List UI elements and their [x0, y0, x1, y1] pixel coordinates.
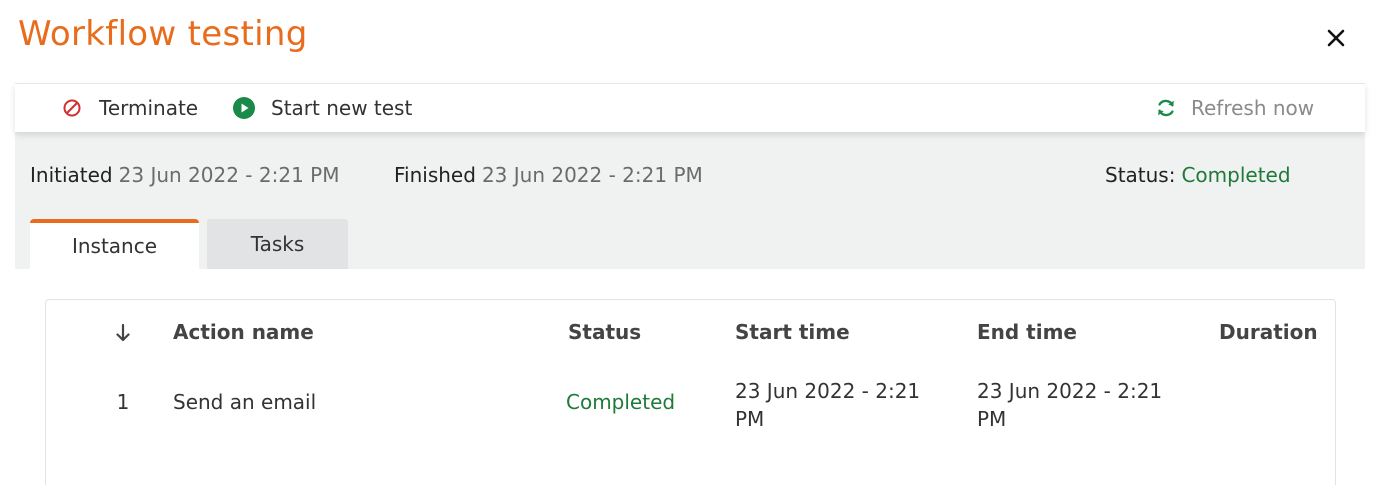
sort-button[interactable] [112, 322, 134, 344]
tab-tasks[interactable]: Tasks [207, 219, 348, 269]
column-header-end-time[interactable]: End time [977, 320, 1077, 344]
workflow-testing-dialog: Workflow testing Terminate Start new tes… [0, 0, 1379, 485]
status-cell: Completed [566, 390, 676, 414]
column-header-duration[interactable]: Duration [1219, 320, 1318, 344]
play-icon [233, 97, 255, 119]
action-name-cell: Send an email [173, 390, 317, 414]
finished-value: 23 Jun 2022 - 2:21 PM [481, 163, 703, 187]
column-header-start-time[interactable]: Start time [735, 320, 850, 344]
toolbar: Terminate Start new test Refresh now [15, 83, 1365, 132]
terminate-button[interactable]: Terminate [61, 84, 198, 132]
terminate-label: Terminate [99, 96, 199, 120]
initiated-label: Initiated [30, 163, 113, 187]
terminate-icon [61, 97, 83, 119]
tab-instance[interactable]: Instance [30, 219, 199, 269]
column-header-action-name[interactable]: Action name [173, 320, 314, 344]
instance-info-panel: Initiated 23 Jun 2022 - 2:21 PM Finished 2… [15, 131, 1365, 269]
page-title: Workflow testing [18, 14, 308, 54]
start-time-cell: 23 Jun 2022 - 2:21 PM [735, 379, 921, 431]
start-new-test-label: Start new test [271, 96, 413, 120]
column-header-status[interactable]: Status [568, 320, 641, 344]
refresh-now-label: Refresh now [1191, 96, 1315, 120]
start-new-test-button[interactable]: Start new test [233, 84, 412, 132]
status-info: Status: Completed [1105, 163, 1291, 187]
status-value: Completed [1181, 163, 1291, 187]
initiated-value: 23 Jun 2022 - 2:21 PM [118, 163, 340, 187]
refresh-icon [1155, 97, 1177, 119]
actions-table: Action name Status Start time End time D… [45, 299, 1336, 485]
close-icon [1327, 29, 1345, 47]
finished-info: Finished 23 Jun 2022 - 2:21 PM [394, 163, 703, 187]
row-index: 1 [116, 390, 130, 414]
refresh-now-button[interactable]: Refresh now [1155, 84, 1314, 132]
end-time-cell: 23 Jun 2022 - 2:21 PM [977, 379, 1163, 431]
initiated-info: Initiated 23 Jun 2022 - 2:21 PM [30, 163, 339, 187]
arrow-down-icon [116, 323, 130, 342]
status-label: Status: [1105, 163, 1176, 187]
close-button[interactable] [1320, 22, 1352, 54]
finished-label: Finished [394, 163, 476, 187]
